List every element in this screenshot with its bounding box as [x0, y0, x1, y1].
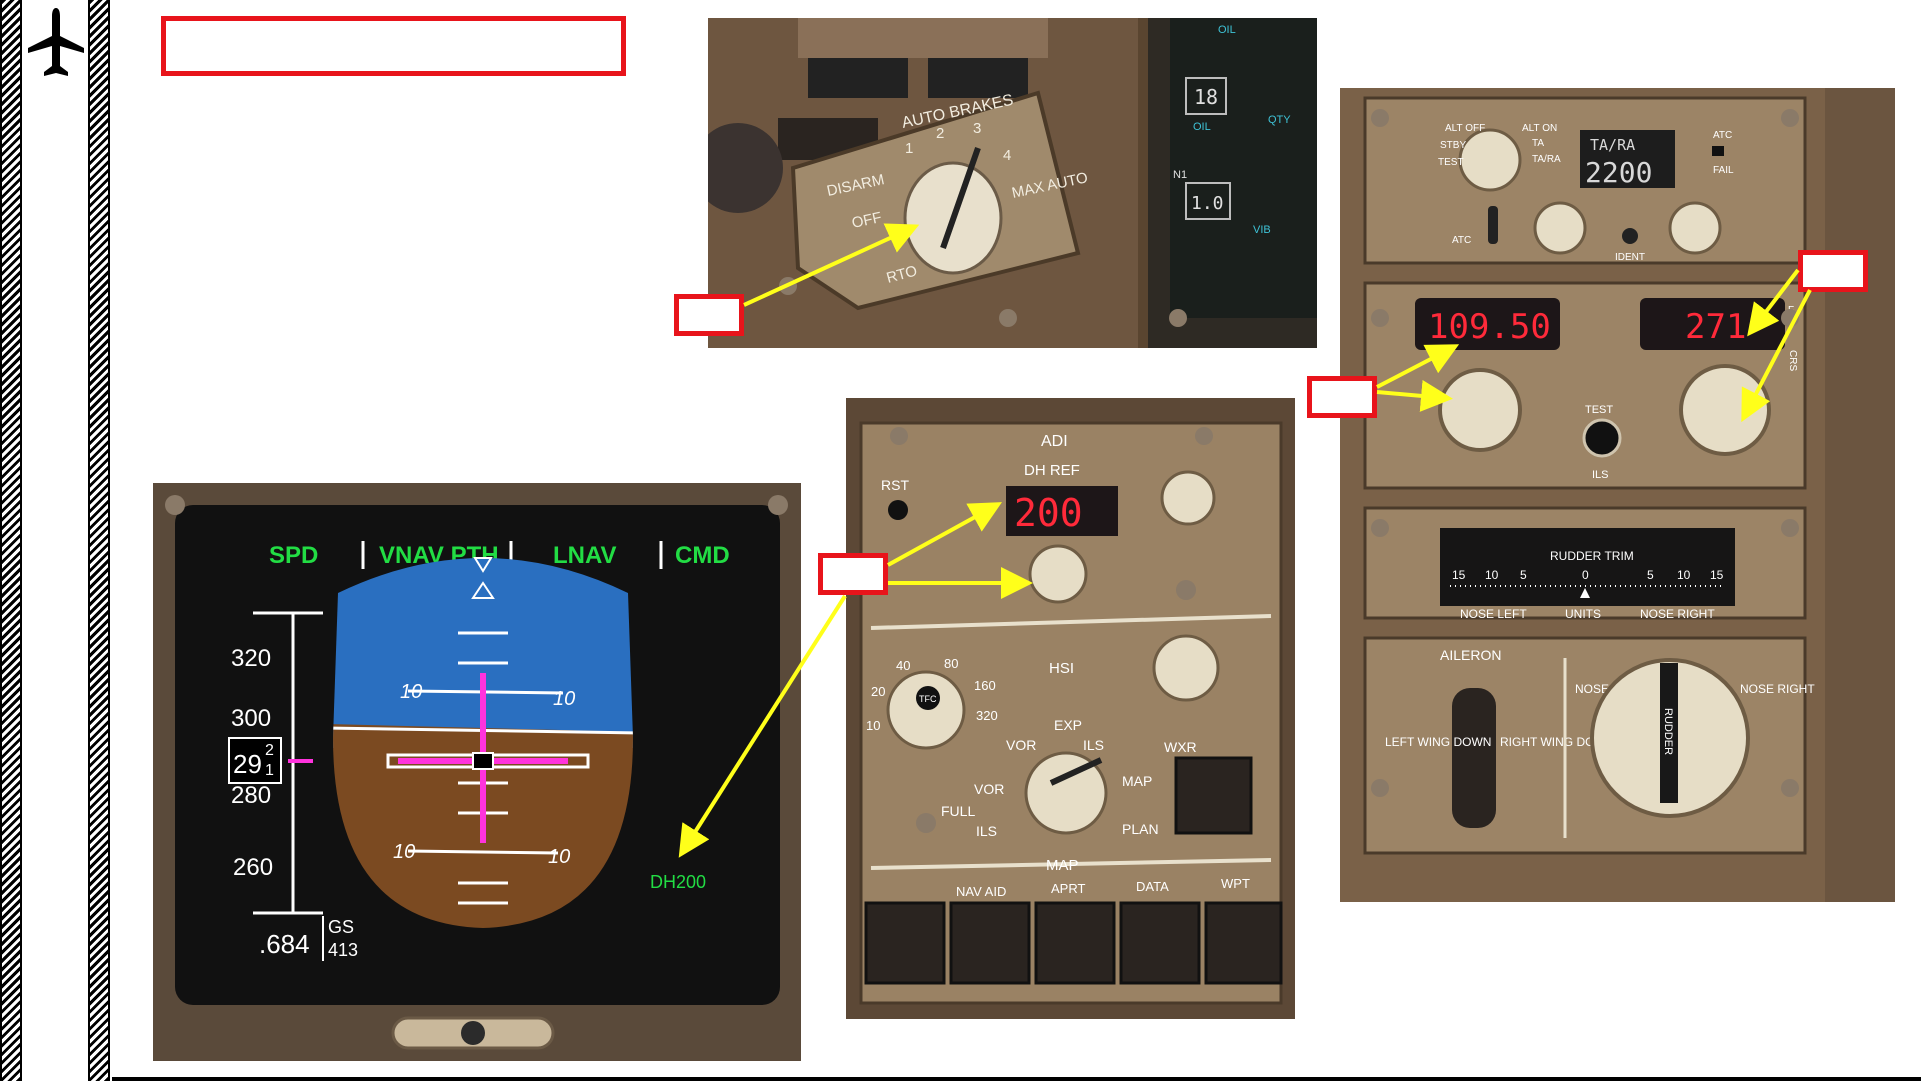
arrow-ils-crs-display: [1747, 268, 1800, 337]
arrow-dh-display: [887, 502, 1003, 567]
arrow-ils-crs-knob: [1741, 289, 1812, 423]
arrow-ils-freq-knob: [1376, 379, 1453, 412]
arrow-autobrakes: [743, 223, 920, 307]
arrow-overlay: [678, 223, 1812, 858]
arrow-ils-freq-display: [1376, 344, 1460, 389]
footer-rule: [112, 1077, 1921, 1081]
arrow-dh-pfd: [678, 594, 847, 858]
